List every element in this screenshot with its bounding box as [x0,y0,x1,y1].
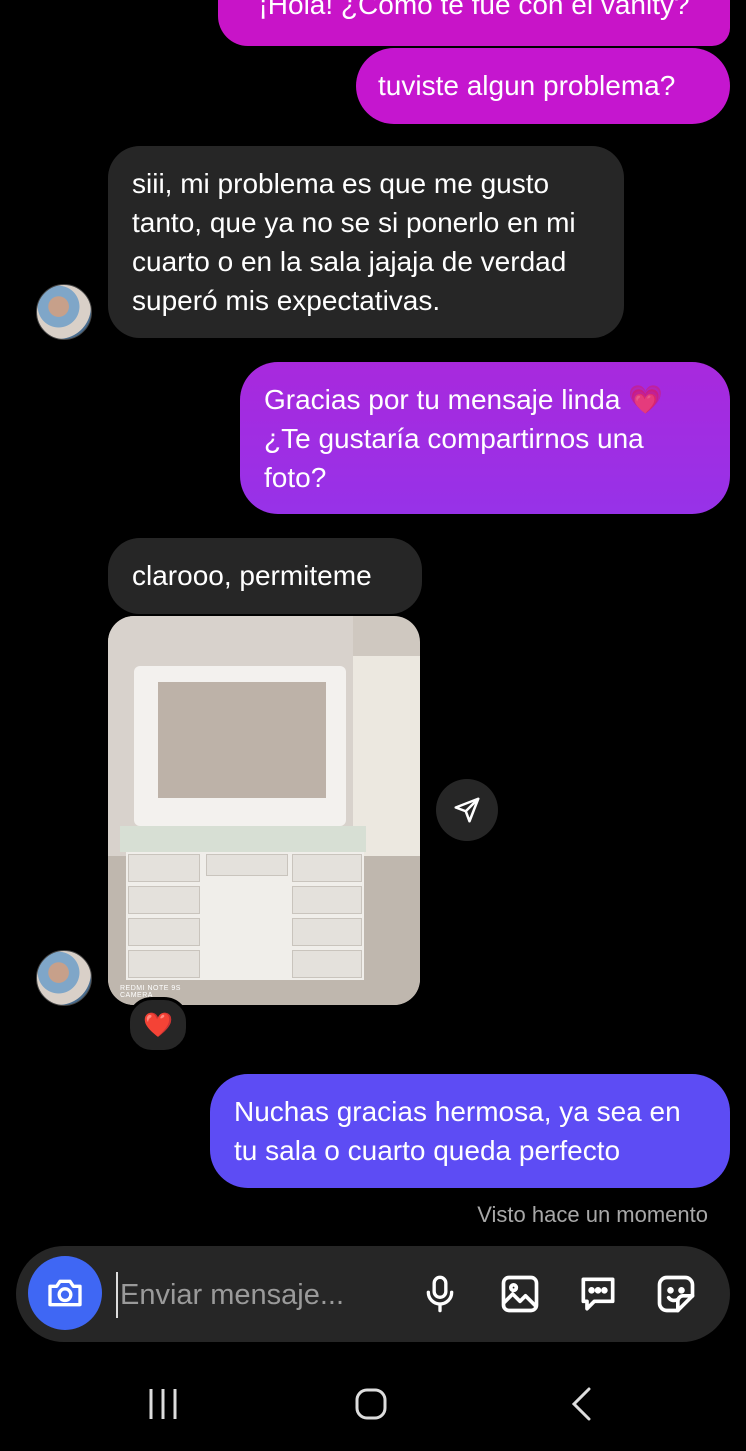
message-outgoing[interactable]: Gracias por tu mensaje linda 💗 ¿Te gusta… [240,362,730,514]
message-incoming[interactable]: siii, mi problema es que me gusto tanto,… [108,146,624,338]
vanity-desktop [120,826,366,852]
message-text: Nuchas gracias hermosa, ya sea en tu sal… [234,1096,681,1166]
chat-bubble-icon[interactable] [574,1270,622,1318]
message-outgoing[interactable]: ¡Hola! ¿Cómo te fue con el vanity? [218,0,730,46]
recent-apps-icon[interactable] [138,1384,188,1424]
heart-icon: ❤️ [143,1011,173,1039]
send-icon[interactable] [436,779,498,841]
heart-emoji: 💗 [628,384,664,415]
message-text: siii, mi problema es que me gusto tanto,… [132,168,576,316]
photo-message[interactable]: REDMI NOTE 9S CAMERA [108,616,420,1005]
camera-icon [48,1279,82,1307]
navigation-bar [0,1360,746,1451]
message-outgoing[interactable]: Nuchas gracias hermosa, ya sea en tu sal… [210,1074,730,1188]
avatar[interactable] [36,284,92,340]
avatar[interactable] [36,950,92,1006]
home-icon[interactable] [346,1384,396,1424]
message-text: clarooo, permiteme [132,560,372,591]
message-composer [16,1246,730,1342]
microphone-icon[interactable] [416,1270,464,1318]
message-text: tuviste algun problema? [378,70,676,101]
message-text: ¡Hola! ¿Cómo te fue con el vanity? [258,0,690,20]
seen-status: Visto hace un momento [477,1202,708,1227]
reaction-badge[interactable]: ❤️ [127,997,189,1053]
back-icon[interactable] [556,1384,606,1424]
message-outgoing[interactable]: tuviste algun problema? [356,48,730,124]
message-incoming[interactable]: clarooo, permiteme [108,538,422,614]
message-text: Gracias por tu mensaje linda [264,384,621,415]
camera-button[interactable] [28,1256,102,1330]
gallery-icon[interactable] [496,1270,544,1318]
vanity-drawers [126,852,364,980]
message-input[interactable] [116,1272,382,1318]
vanity-mirror [158,682,326,798]
sticker-icon[interactable] [652,1270,700,1318]
message-text: ¿Te gustaría compartirnos una foto? [264,423,644,493]
